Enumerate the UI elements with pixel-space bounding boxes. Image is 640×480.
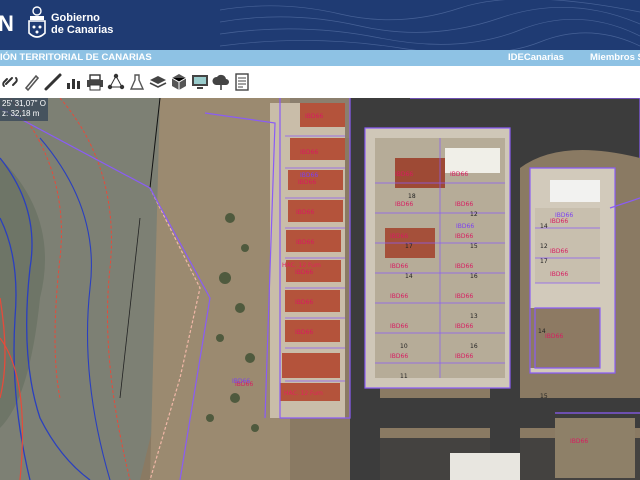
- svg-text:IBD66: IBD66: [390, 293, 408, 300]
- navbar: IÓN TERRITORIAL DE CANARIAS IDECanarias …: [0, 50, 640, 66]
- map-label-street-1: HAC. 12 Fum: [282, 262, 321, 269]
- svg-text:IBD66: IBD66: [450, 171, 468, 178]
- svg-text:IBD66: IBD66: [455, 201, 473, 208]
- gov-line-1: Gobierno: [51, 12, 100, 24]
- flask-icon[interactable]: [127, 72, 147, 92]
- svg-text:IBD66: IBD66: [390, 233, 408, 240]
- coord-z: z: 32,18 m: [2, 109, 40, 118]
- coord-lon: 25' 31,07" O: [2, 99, 46, 108]
- svg-text:IBD66: IBD66: [295, 329, 313, 336]
- print-icon[interactable]: [85, 72, 105, 92]
- svg-text:IBD66: IBD66: [570, 438, 588, 445]
- svg-text:IBD66: IBD66: [395, 201, 413, 208]
- svg-text:IBD66: IBD66: [455, 263, 473, 270]
- svg-text:16: 16: [470, 273, 478, 280]
- map-viewer[interactable]: IBD66 IBD66 IBD66 IBD66 IBD66 IBD66 IBD66 IBD…: [0, 98, 640, 480]
- pencil-icon[interactable]: [22, 72, 42, 92]
- topo-decoration: [220, 0, 640, 50]
- map-label-parcel-a: IBD66: [300, 172, 319, 179]
- svg-text:IBD66: IBD66: [395, 171, 413, 178]
- svg-text:IBD66: IBD66: [390, 263, 408, 270]
- svg-text:14: 14: [405, 273, 413, 280]
- map-label-parcel-c: IBD66: [555, 212, 574, 219]
- svg-text:IBD66: IBD66: [550, 248, 568, 255]
- navbar-title: IÓN TERRITORIAL DE CANARIAS: [0, 52, 152, 63]
- svg-text:IBD66: IBD66: [390, 353, 408, 360]
- ruler-icon[interactable]: [43, 72, 63, 92]
- chart-icon[interactable]: [64, 72, 84, 92]
- svg-text:15: 15: [540, 393, 548, 400]
- svg-text:IBD66: IBD66: [295, 299, 313, 306]
- header: N Gobierno de Canarias: [0, 0, 640, 50]
- layers-icon[interactable]: [148, 72, 168, 92]
- svg-text:IBD66: IBD66: [545, 333, 563, 340]
- map-label-street-2: HAC. 12 Fum: [284, 390, 323, 397]
- members-link[interactable]: Miembros S: [590, 52, 640, 63]
- svg-text:IBD66: IBD66: [455, 323, 473, 330]
- svg-text:IBD66: IBD66: [305, 113, 323, 120]
- svg-text:IBD66: IBD66: [296, 209, 314, 216]
- svg-text:IBD66: IBD66: [296, 239, 314, 246]
- map-toolbar: [0, 66, 640, 99]
- svg-text:IBD66: IBD66: [300, 149, 318, 156]
- map-label-parcel-d: IBD66: [456, 223, 475, 230]
- svg-text:13: 13: [470, 313, 478, 320]
- cloud-icon[interactable]: [211, 72, 231, 92]
- link-icon[interactable]: [0, 72, 20, 92]
- svg-text:IBD66: IBD66: [455, 233, 473, 240]
- svg-text:IBD66: IBD66: [455, 293, 473, 300]
- gov-logo-text: Gobierno de Canarias: [51, 12, 113, 36]
- svg-text:IBD66: IBD66: [455, 353, 473, 360]
- brand-fragment: N: [0, 11, 14, 36]
- coordinate-readout: 25' 31,07" O z: 32,18 m: [0, 98, 48, 121]
- aerial-map[interactable]: IBD66 IBD66 IBD66 IBD66 IBD66 IBD66 IBD66 IBD…: [0, 98, 640, 480]
- ide-canarias-link[interactable]: IDECanarias: [508, 52, 564, 63]
- map-label-parcel-b: IBD66: [232, 378, 251, 385]
- network-icon[interactable]: [106, 72, 126, 92]
- svg-text:10: 10: [400, 343, 408, 350]
- svg-text:12: 12: [470, 211, 478, 218]
- svg-text:14: 14: [540, 223, 548, 230]
- svg-text:IBD66: IBD66: [550, 218, 568, 225]
- cube-icon[interactable]: [169, 72, 189, 92]
- svg-text:17: 17: [405, 243, 413, 250]
- svg-text:15: 15: [470, 243, 478, 250]
- svg-text:IBD66: IBD66: [295, 269, 313, 276]
- svg-text:17: 17: [540, 258, 548, 265]
- svg-text:IBD66: IBD66: [298, 179, 316, 186]
- canarias-emblem-icon: [28, 6, 46, 38]
- svg-text:16: 16: [470, 343, 478, 350]
- svg-text:18: 18: [408, 193, 416, 200]
- svg-text:14: 14: [538, 328, 546, 335]
- svg-text:IBD66: IBD66: [550, 271, 568, 278]
- svg-text:11: 11: [400, 373, 408, 380]
- svg-text:IBD66: IBD66: [390, 323, 408, 330]
- monitor-icon[interactable]: [190, 72, 210, 92]
- svg-text:12: 12: [540, 243, 548, 250]
- document-icon[interactable]: [232, 72, 252, 92]
- gov-line-2: de Canarias: [51, 24, 114, 36]
